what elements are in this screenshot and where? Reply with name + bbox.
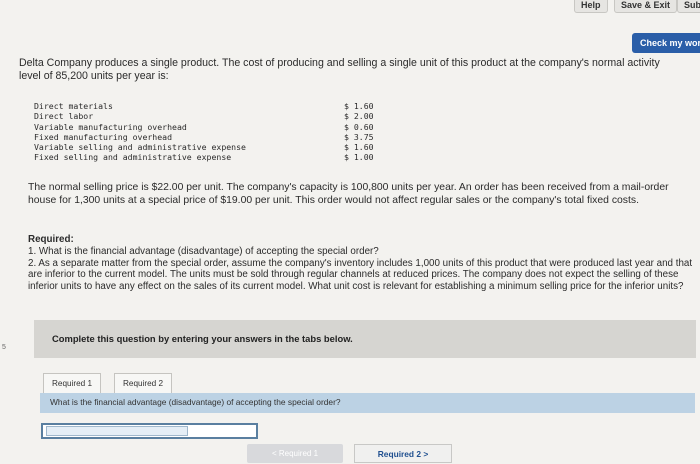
required-section: Required: 1. What is the financial advan… — [28, 234, 693, 293]
cost-label: Variable selling and administrative expe… — [34, 142, 246, 153]
cost-value: $ 1.00 — [344, 152, 374, 163]
cost-value: $ 1.60 — [344, 101, 374, 111]
prev-required-button[interactable]: < Required 1 — [247, 444, 343, 463]
tab-required-2[interactable]: Required 2 — [114, 373, 173, 395]
help-button[interactable]: Help — [574, 0, 608, 13]
answer-input[interactable] — [46, 426, 188, 436]
cost-table: Direct materials $ 1.60 Direct labor $ 2… — [34, 101, 384, 163]
cost-label: Direct materials — [34, 101, 113, 111]
cost-row: Fixed selling and administrative expense… — [34, 152, 384, 162]
cost-value: $ 3.75 — [344, 131, 374, 142]
cost-value: $ 0.60 — [344, 121, 374, 132]
cost-row: Direct labor $ 2.00 — [34, 111, 384, 121]
cost-label: Variable manufacturing overhead — [34, 121, 187, 132]
cost-label: Direct labor — [34, 111, 94, 122]
cost-value: $ 2.00 — [344, 111, 374, 122]
problem-intro: Delta Company produces a single product.… — [19, 57, 660, 82]
cost-row: Variable selling and administrative expe… — [34, 142, 384, 152]
tab-required-1[interactable]: Required 1 — [43, 373, 102, 395]
cost-label: Fixed manufacturing overhead — [34, 131, 173, 142]
submit-button[interactable]: Sub — [677, 0, 700, 13]
cost-value: $ 1.60 — [344, 142, 374, 153]
page-marker: 5 — [2, 344, 6, 351]
required-heading: Required: — [28, 234, 74, 245]
cost-label: Fixed selling and administrative expense — [34, 152, 232, 163]
selling-price-text: The normal selling price is $22.00 per u… — [28, 182, 669, 206]
question-text: What is the financial advantage (disadva… — [50, 397, 341, 407]
top-bar: Help Save & Exit Sub — [0, 0, 700, 14]
next-required-button[interactable]: Required 2 > — [354, 444, 452, 463]
cost-row: Variable manufacturing overhead $ 0.60 — [34, 122, 384, 132]
required-item-1: 1. What is the financial advantage (disa… — [28, 245, 379, 257]
instructions-text: Complete this question by entering your … — [52, 333, 353, 344]
instructions-panel: Complete this question by entering your … — [34, 320, 696, 358]
cost-row: Fixed manufacturing overhead $ 3.75 — [34, 132, 384, 142]
check-my-work-button[interactable]: Check my wor — [632, 33, 700, 53]
required-item-2: 2. As a separate matter from the special… — [28, 257, 693, 293]
cost-row: Direct materials $ 1.60 — [34, 101, 384, 111]
question-bar: What is the financial advantage (disadva… — [40, 393, 695, 413]
save-exit-button[interactable]: Save & Exit — [614, 0, 678, 13]
